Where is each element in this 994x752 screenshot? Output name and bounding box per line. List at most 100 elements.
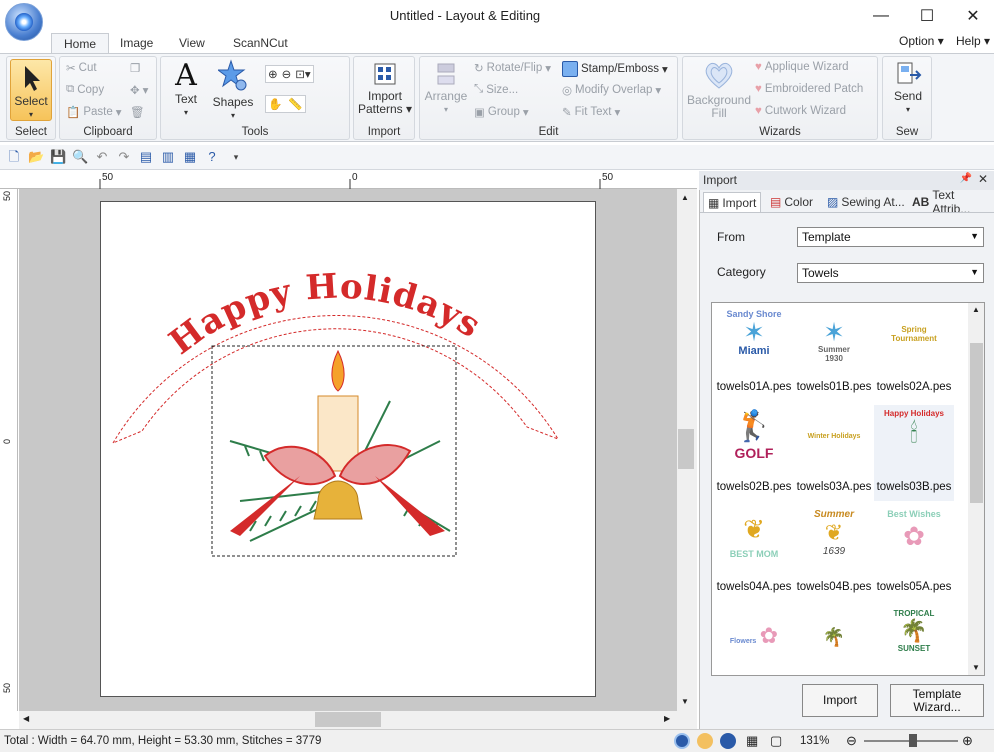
panel-tab-import[interactable]: ▦ Import [703,192,762,212]
zoom-out-icon[interactable]: ⊖ [846,733,857,749]
background-fill-button[interactable]: Background Fill [685,59,753,120]
shapes-tool-button[interactable]: Shapes ▾ [211,59,255,122]
applique-wizard-button[interactable]: ♥ Applique Wizard [755,61,849,73]
minimize-button[interactable]: — [858,0,904,32]
template-thumbnail[interactable]: Winter Holidays towels03A.pes [794,405,874,501]
point-edit-button[interactable]: ✥ ▾ [130,83,148,97]
template-thumbnail[interactable]: 🏌 GOLF towels02B.pes [714,405,794,501]
open-folder-icon[interactable]: 📂 [28,149,44,165]
tab-scanncut[interactable]: ScanNCut [221,33,300,54]
tab-home[interactable]: Home [51,33,110,54]
from-dropdown[interactable]: Template ▼ [797,227,984,247]
arrange-button[interactable]: Arrange ▾ [422,61,470,116]
overlap-icon: ◎ [562,85,573,97]
rotate-flip-button[interactable]: ↻ Rotate/Flip ▾ [474,61,551,75]
scroll-right-icon[interactable]: ▶ [664,714,670,723]
template-thumbnail[interactable]: Spring Tournament towels02A.pes [874,305,954,401]
import-button[interactable]: Import [802,684,878,717]
wizards-group-label: Wizards [759,126,801,138]
realistic-view-icon[interactable] [720,733,736,749]
fit-text-button[interactable]: ✎ Fit Text ▾ [562,105,620,119]
vertical-scroll-thumb[interactable] [678,429,694,469]
template-thumbnail[interactable]: Flowers ✿ [714,605,794,675]
option-menu[interactable]: Option ▾ [899,34,944,48]
gallery-scroll-thumb[interactable] [970,343,983,503]
template-gallery[interactable]: Sandy Shore ✶ Miami towels01A.pes ✶ Summ… [711,302,985,676]
template-thumbnail[interactable]: 🌴 [794,605,874,675]
stitch-view-icon[interactable] [697,733,713,749]
text-tool-button[interactable]: A Text ▾ [165,59,207,119]
scroll-up-icon[interactable]: ▲ [681,193,689,202]
select-arrow-icon [25,66,40,91]
scroll-down-icon[interactable]: ▼ [972,663,980,672]
send-button[interactable]: Send ▾ [885,59,931,116]
delete-button[interactable]: 🗑 [130,105,145,119]
select-button[interactable]: Select ▾ [10,59,52,121]
horizontal-scroll-thumb[interactable] [315,712,381,727]
trash-icon: 🗑 [130,107,145,119]
close-button[interactable]: ✕ [950,0,994,32]
design-settings-icon[interactable]: ▦ [182,149,198,165]
template-thumbnail[interactable]: Best Wishes ✿ towels05A.pes [874,505,954,601]
size-button[interactable]: ⤡ Size... [474,83,518,96]
scroll-left-icon[interactable]: ◀ [23,714,29,723]
grid-icon[interactable]: ▦ [746,733,758,749]
app-menu-button[interactable] [5,3,43,41]
panel-tab-color[interactable]: ▤ Color [770,192,813,212]
view-mode-icon[interactable] [674,733,690,749]
copy-button[interactable]: ⧉ Copy [66,83,104,96]
save-icon[interactable]: 💾 [50,149,66,165]
vertical-scrollbar[interactable]: ▲ ▼ [677,189,697,711]
send-to-machine-icon [897,62,922,84]
paste-button[interactable]: 📋 Paste ▾ [66,105,122,119]
import-patterns-button[interactable]: Import Patterns ▾ [356,59,414,116]
category-dropdown[interactable]: Towels ▼ [797,263,984,283]
group-button[interactable]: ▣ Group ▾ [474,105,529,119]
embroidery-design[interactable]: Happy Holidays [100,201,596,697]
panel-close-icon[interactable]: ✕ [978,172,988,186]
zoom-icon[interactable]: 🔍 [72,149,88,165]
panel-tab-text-attributes[interactable]: AB Text Attrib... [912,188,994,216]
cut-button[interactable]: ✂ Cut [66,61,97,75]
sew-group-label: Sew [895,126,919,138]
new-file-icon[interactable]: 🗋 [6,149,22,165]
design-page[interactable]: Happy Holidays [100,201,596,697]
template-thumbnail[interactable]: Summer ❦ 1639 towels04B.pes [794,505,874,601]
tab-image[interactable]: Image [108,33,165,54]
scroll-up-icon[interactable]: ▲ [972,305,980,314]
modify-overlap-button[interactable]: ◎ Modify Overlap ▾ [562,83,661,97]
tab-view[interactable]: View [167,33,217,54]
page-icon[interactable]: ▢ [770,733,782,749]
help-menu[interactable]: Help ▾ [956,34,990,48]
duplicate-button[interactable]: ❐ [130,61,140,75]
hand-pan-icon[interactable]: ✋ [268,97,282,111]
help-icon[interactable]: ? [204,149,220,165]
zoom-in-icon[interactable]: ⊕ [268,67,278,81]
template-thumbnail[interactable]: ✶ Summer 1930 towels01B.pes [794,305,874,401]
template-thumbnail[interactable]: TROPICAL 🌴 SUNSET [874,605,954,675]
template-thumbnail[interactable]: ❦ BEST MOM towels04A.pes [714,505,794,601]
embroidered-patch-button[interactable]: ♥ Embroidered Patch [755,83,863,95]
template-thumbnail-selected[interactable]: Happy Holidays 🕯 towels03B.pes [874,405,954,501]
customize-toolbar-icon[interactable]: ▾ [228,149,244,165]
zoom-fit-icon[interactable]: ⊡▾ [295,67,310,81]
template-wizard-button[interactable]: Template Wizard... [890,684,984,717]
redo-icon[interactable]: ↷ [116,149,132,165]
gallery-scrollbar[interactable]: ▲ ▼ [968,303,984,675]
measure-ruler-icon[interactable]: 📏 [288,97,302,111]
scroll-down-icon[interactable]: ▼ [681,697,689,706]
pin-icon[interactable]: 📌 [960,173,972,184]
template-thumbnail[interactable]: Sandy Shore ✶ Miami towels01A.pes [714,305,794,401]
horizontal-scrollbar[interactable]: ◀ ▶ [19,711,697,729]
zoom-out-icon[interactable]: ⊖ [282,67,292,81]
heart-background-icon [705,62,733,89]
cutwork-wizard-button[interactable]: ♥ Cutwork Wizard [755,105,846,117]
zoom-slider-handle[interactable] [909,734,917,747]
design-property-icon[interactable]: ▥ [160,149,176,165]
realistic-view-icon[interactable]: ▤ [138,149,154,165]
stamp-emboss-button[interactable]: Stamp/Emboss ▾ [562,61,668,77]
undo-icon[interactable]: ↶ [94,149,110,165]
panel-tab-sewing-attributes[interactable]: ▨ Sewing At... [827,192,905,212]
zoom-in-icon[interactable]: ⊕ [962,733,973,749]
maximize-button[interactable]: ☐ [904,0,950,32]
